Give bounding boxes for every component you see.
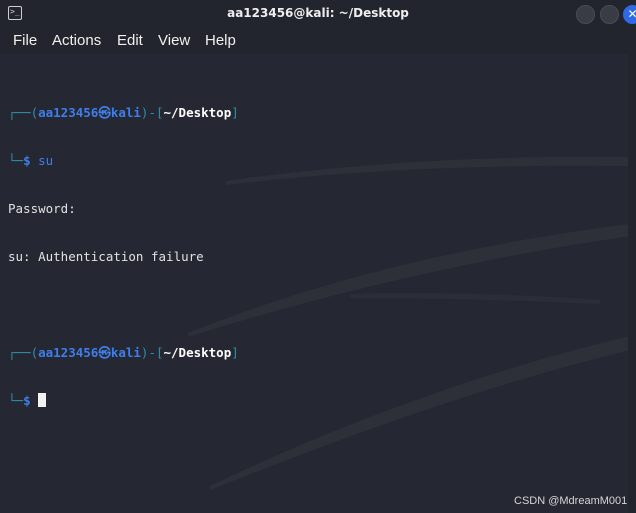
prompt-dollar: $ (23, 393, 31, 408)
prompt-frame: ┌──( (8, 105, 39, 120)
prompt-corner: └─ (8, 153, 24, 168)
menu-help[interactable]: Help (205, 32, 236, 49)
prompt-user-host: aa123456㉿kali (38, 105, 141, 120)
output-line: su: Authentication failure (8, 249, 204, 264)
prompt-frame: )-[ (140, 105, 164, 120)
menu-view[interactable]: View (158, 32, 190, 49)
prompt-corner: └─ (8, 393, 24, 408)
terminal-output: ┌──(aa123456㉿kali)-[~/Desktop] └─$ su Pa… (8, 73, 239, 441)
menu-edit[interactable]: Edit (117, 32, 143, 49)
title-bar: >_ aa123456@kali: ~/Desktop ✕ (0, 0, 636, 28)
prompt-dollar: $ (23, 153, 31, 168)
scrollbar[interactable] (628, 54, 636, 513)
output-line: Password: (8, 201, 76, 216)
close-icon: ✕ (627, 7, 636, 21)
menu-bar: File Actions Edit View Help (0, 28, 636, 54)
window-title: aa123456@kali: ~/Desktop (227, 6, 409, 20)
command-text: su (38, 153, 54, 168)
text-cursor (38, 393, 47, 407)
prompt-header-line: ┌──(aa123456㉿kali)-[~/Desktop] (8, 345, 239, 361)
menu-file[interactable]: File (13, 32, 37, 49)
maximize-button[interactable] (600, 5, 619, 24)
minimize-button[interactable] (576, 5, 595, 24)
terminal-area[interactable]: ┌──(aa123456㉿kali)-[~/Desktop] └─$ su Pa… (0, 54, 636, 513)
prompt-frame: ┌──( (8, 345, 39, 360)
prompt-frame: )-[ (140, 345, 164, 360)
prompt-path: ~/Desktop (163, 105, 232, 120)
menu-actions[interactable]: Actions (52, 32, 101, 49)
prompt-path: ~/Desktop (163, 345, 232, 360)
prompt-header-line: ┌──(aa123456㉿kali)-[~/Desktop] (8, 105, 239, 121)
prompt-user-host: aa123456㉿kali (38, 345, 141, 360)
prompt-frame: ] (231, 105, 239, 120)
active-input-line[interactable]: └─$ (8, 393, 239, 409)
command-line: └─$ su (8, 153, 239, 169)
close-button[interactable]: ✕ (623, 5, 636, 24)
prompt-frame: ] (231, 345, 239, 360)
watermark: CSDN @MdreamM001 (514, 495, 628, 507)
